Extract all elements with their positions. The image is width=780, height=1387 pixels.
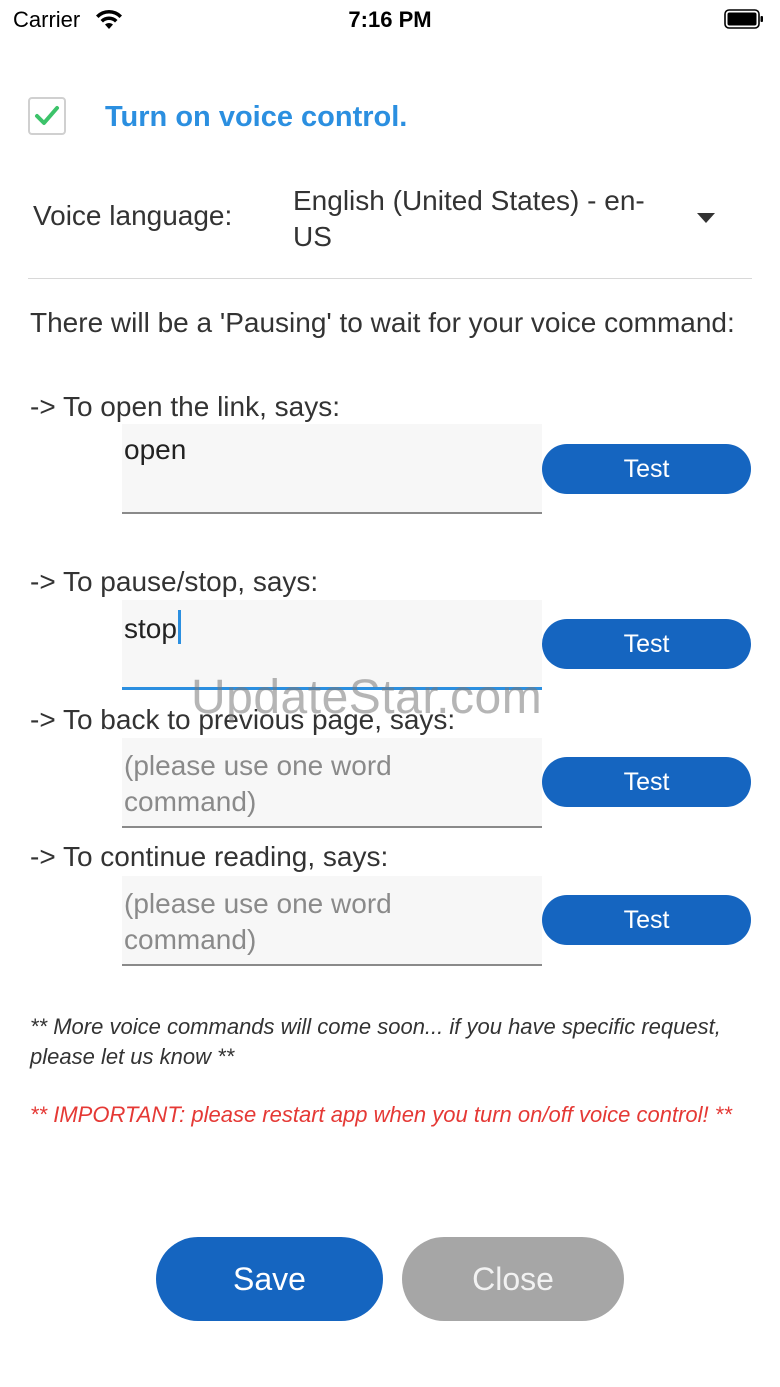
test-open-button[interactable]: Test bbox=[542, 444, 751, 494]
back-command-input[interactable]: (please use one word command) bbox=[122, 738, 542, 828]
continue-command-input[interactable]: (please use one word command) bbox=[122, 876, 542, 966]
voice-control-checkbox[interactable] bbox=[28, 97, 66, 135]
test-stop-button[interactable]: Test bbox=[542, 619, 751, 669]
clock: 7:16 PM bbox=[348, 7, 432, 32]
voice-language-label: Voice language: bbox=[33, 200, 233, 231]
stop-command-value: stop bbox=[124, 613, 177, 644]
checkmark-icon bbox=[35, 106, 59, 125]
voice-language-select[interactable]: English (United States) - en-US bbox=[293, 183, 673, 255]
intro-text: There will be a 'Pausing' to wait for yo… bbox=[30, 307, 735, 338]
open-command-input[interactable]: open bbox=[122, 424, 542, 514]
save-button[interactable]: Save bbox=[156, 1237, 383, 1321]
divider bbox=[28, 278, 752, 279]
dropdown-arrow-icon[interactable] bbox=[697, 213, 715, 223]
test-back-button[interactable]: Test bbox=[542, 757, 751, 807]
more-commands-note: ** More voice commands will come soon...… bbox=[30, 1014, 721, 1069]
back-page-label: -> To back to previous page, says: bbox=[30, 704, 456, 735]
continue-reading-label: -> To continue reading, says: bbox=[30, 841, 389, 872]
open-command-value: open bbox=[124, 434, 187, 465]
pause-stop-label: -> To pause/stop, says: bbox=[30, 566, 319, 597]
test-continue-button[interactable]: Test bbox=[542, 895, 751, 945]
status-bar: Carrier 7:16 PM bbox=[0, 0, 780, 40]
text-cursor bbox=[177, 610, 181, 644]
voice-control-label[interactable]: Turn on voice control. bbox=[105, 101, 407, 134]
open-link-label: -> To open the link, says: bbox=[30, 391, 340, 422]
stop-command-input[interactable]: stop bbox=[122, 600, 542, 690]
restart-warning-note: ** IMPORTANT: please restart app when yo… bbox=[30, 1102, 732, 1127]
battery-icon bbox=[724, 9, 763, 29]
back-command-placeholder: (please use one word command) bbox=[124, 750, 392, 817]
continue-command-placeholder: (please use one word command) bbox=[124, 888, 392, 955]
close-button[interactable]: Close bbox=[402, 1237, 624, 1321]
